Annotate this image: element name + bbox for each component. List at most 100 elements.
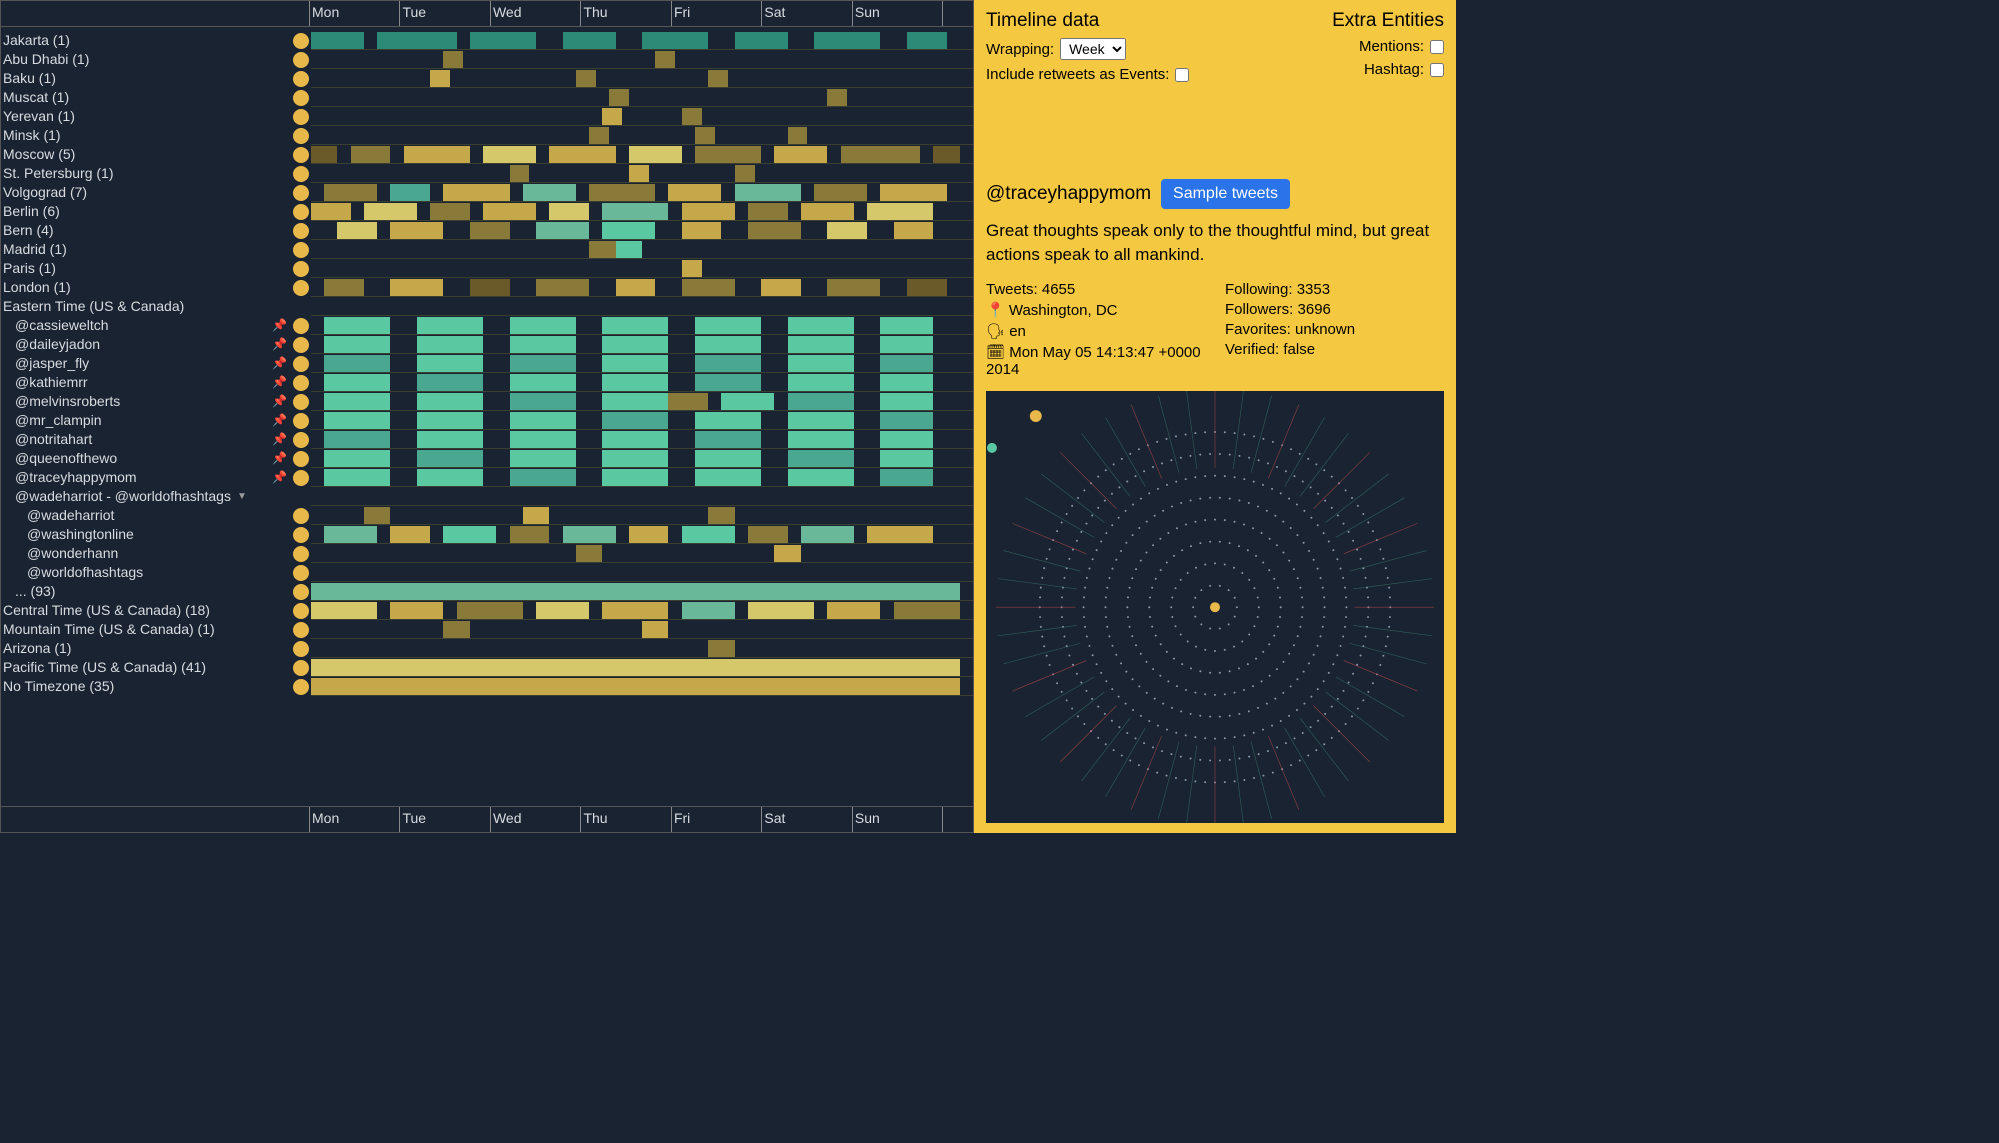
heatmap-cell[interactable] [324,393,390,410]
row-dot[interactable] [291,88,311,107]
heatmap-cell[interactable] [337,222,377,239]
row-label[interactable]: @melvinsroberts📌 [1,392,291,411]
row-dot[interactable] [291,50,311,69]
pin-icon[interactable]: 📌 [272,316,287,335]
heatmap-cell[interactable] [801,526,854,543]
heatmap-cell[interactable] [708,507,734,524]
row-dot[interactable] [291,373,311,392]
pin-icon[interactable]: 📌 [272,468,287,487]
heatmap-cell[interactable] [324,184,377,201]
hashtag-checkbox[interactable] [1430,63,1444,77]
heatmap-cell[interactable] [510,450,576,467]
heatmap-cell[interactable] [417,450,483,467]
heatmap-cell[interactable] [602,469,668,486]
heatmap-cell[interactable] [827,89,847,106]
heatmap-cell[interactable] [390,184,430,201]
heatmap-cell[interactable] [827,279,880,296]
heatmap-cell[interactable] [324,469,390,486]
heatmap-cell[interactable] [788,317,854,334]
heatmap-cell[interactable] [602,602,668,619]
heatmap-cell[interactable] [629,526,669,543]
row-dot[interactable] [291,164,311,183]
heatmap-cell[interactable] [788,450,854,467]
heatmap-cell[interactable] [377,32,456,49]
row-dot[interactable] [291,335,311,354]
heatmap-cell[interactable] [788,393,854,410]
heatmap-cell[interactable] [695,450,761,467]
heatmap-cell[interactable] [761,279,801,296]
pin-icon[interactable]: 📌 [272,411,287,430]
heatmap-cell[interactable] [629,165,649,182]
heatmap-cell[interactable] [510,317,576,334]
heatmap-cell[interactable] [589,241,615,258]
row-label[interactable]: @mr_clampin📌 [1,411,291,430]
heatmap-cell[interactable] [682,203,735,220]
heatmap-cell[interactable] [563,526,616,543]
pin-icon[interactable]: 📌 [272,430,287,449]
wrapping-select[interactable]: Week [1060,38,1126,60]
heatmap-cell[interactable] [880,317,933,334]
heatmap-cell[interactable] [324,431,390,448]
row-label[interactable]: Mountain Time (US & Canada) (1) [1,620,291,639]
heatmap-cell[interactable] [443,621,469,638]
row-label[interactable]: Volgograd (7) [1,183,291,202]
row-label[interactable]: @wonderhann [1,544,291,563]
heatmap-cell[interactable] [609,89,629,106]
pin-icon[interactable]: 📌 [272,335,287,354]
heatmap-cell[interactable] [510,526,550,543]
heatmap-cell[interactable] [695,431,761,448]
row-label[interactable]: @wadeharriot - @worldofhashtags▼ [1,487,291,506]
row-label[interactable]: @worldofhashtags [1,563,291,582]
row-dot[interactable] [291,278,311,297]
heatmap-cell[interactable] [510,431,576,448]
pin-icon[interactable]: 📌 [272,373,287,392]
row-dot[interactable] [291,544,311,563]
heatmap-cell[interactable] [324,526,377,543]
heatmap-cell[interactable] [602,203,668,220]
heatmap-cell[interactable] [788,374,854,391]
row-dot[interactable] [291,202,311,221]
heatmap-cell[interactable] [801,203,854,220]
heatmap-cell[interactable] [324,412,390,429]
row-label[interactable]: Jakarta (1) [1,31,291,50]
heatmap-cell[interactable] [510,355,576,372]
row-label[interactable]: @daileyjadon📌 [1,335,291,354]
heatmap-cell[interactable] [788,469,854,486]
row-dot[interactable] [291,430,311,449]
row-dot[interactable] [291,620,311,639]
row-label[interactable]: Arizona (1) [1,639,291,658]
heatmap-cell[interactable] [510,374,576,391]
heatmap-cell[interactable] [602,355,668,372]
heatmap-cell[interactable] [602,412,668,429]
heatmap-cell[interactable] [602,450,668,467]
row-dot[interactable] [291,259,311,278]
row-dot[interactable] [291,31,311,50]
heatmap-cell[interactable] [735,165,755,182]
heatmap-cell[interactable] [602,108,622,125]
heatmap-cell[interactable] [311,203,351,220]
row-label[interactable]: @notritahart📌 [1,430,291,449]
heatmap-cell[interactable] [311,678,960,695]
row-dot[interactable] [291,677,311,696]
chevron-down-icon[interactable]: ▼ [237,487,247,506]
heatmap-cell[interactable] [602,393,668,410]
row-label[interactable]: Baku (1) [1,69,291,88]
heatmap-cell[interactable] [324,450,390,467]
row-label[interactable]: Moscow (5) [1,145,291,164]
row-dot[interactable] [291,240,311,259]
row-dot[interactable] [291,601,311,620]
row-dot[interactable] [291,563,311,582]
heatmap-cell[interactable] [827,602,880,619]
heatmap-cell[interactable] [457,602,523,619]
heatmap-cell[interactable] [695,127,715,144]
row-label[interactable]: Bern (4) [1,221,291,240]
row-label[interactable]: @traceyhappymom📌 [1,468,291,487]
heatmap-cell[interactable] [774,545,800,562]
heatmap-cell[interactable] [576,70,596,87]
row-dot[interactable] [291,506,311,525]
heatmap-cell[interactable] [443,51,463,68]
row-dot[interactable] [291,69,311,88]
row-label[interactable]: Muscat (1) [1,88,291,107]
heatmap-cell[interactable] [788,412,854,429]
heatmap-cell[interactable] [311,32,364,49]
